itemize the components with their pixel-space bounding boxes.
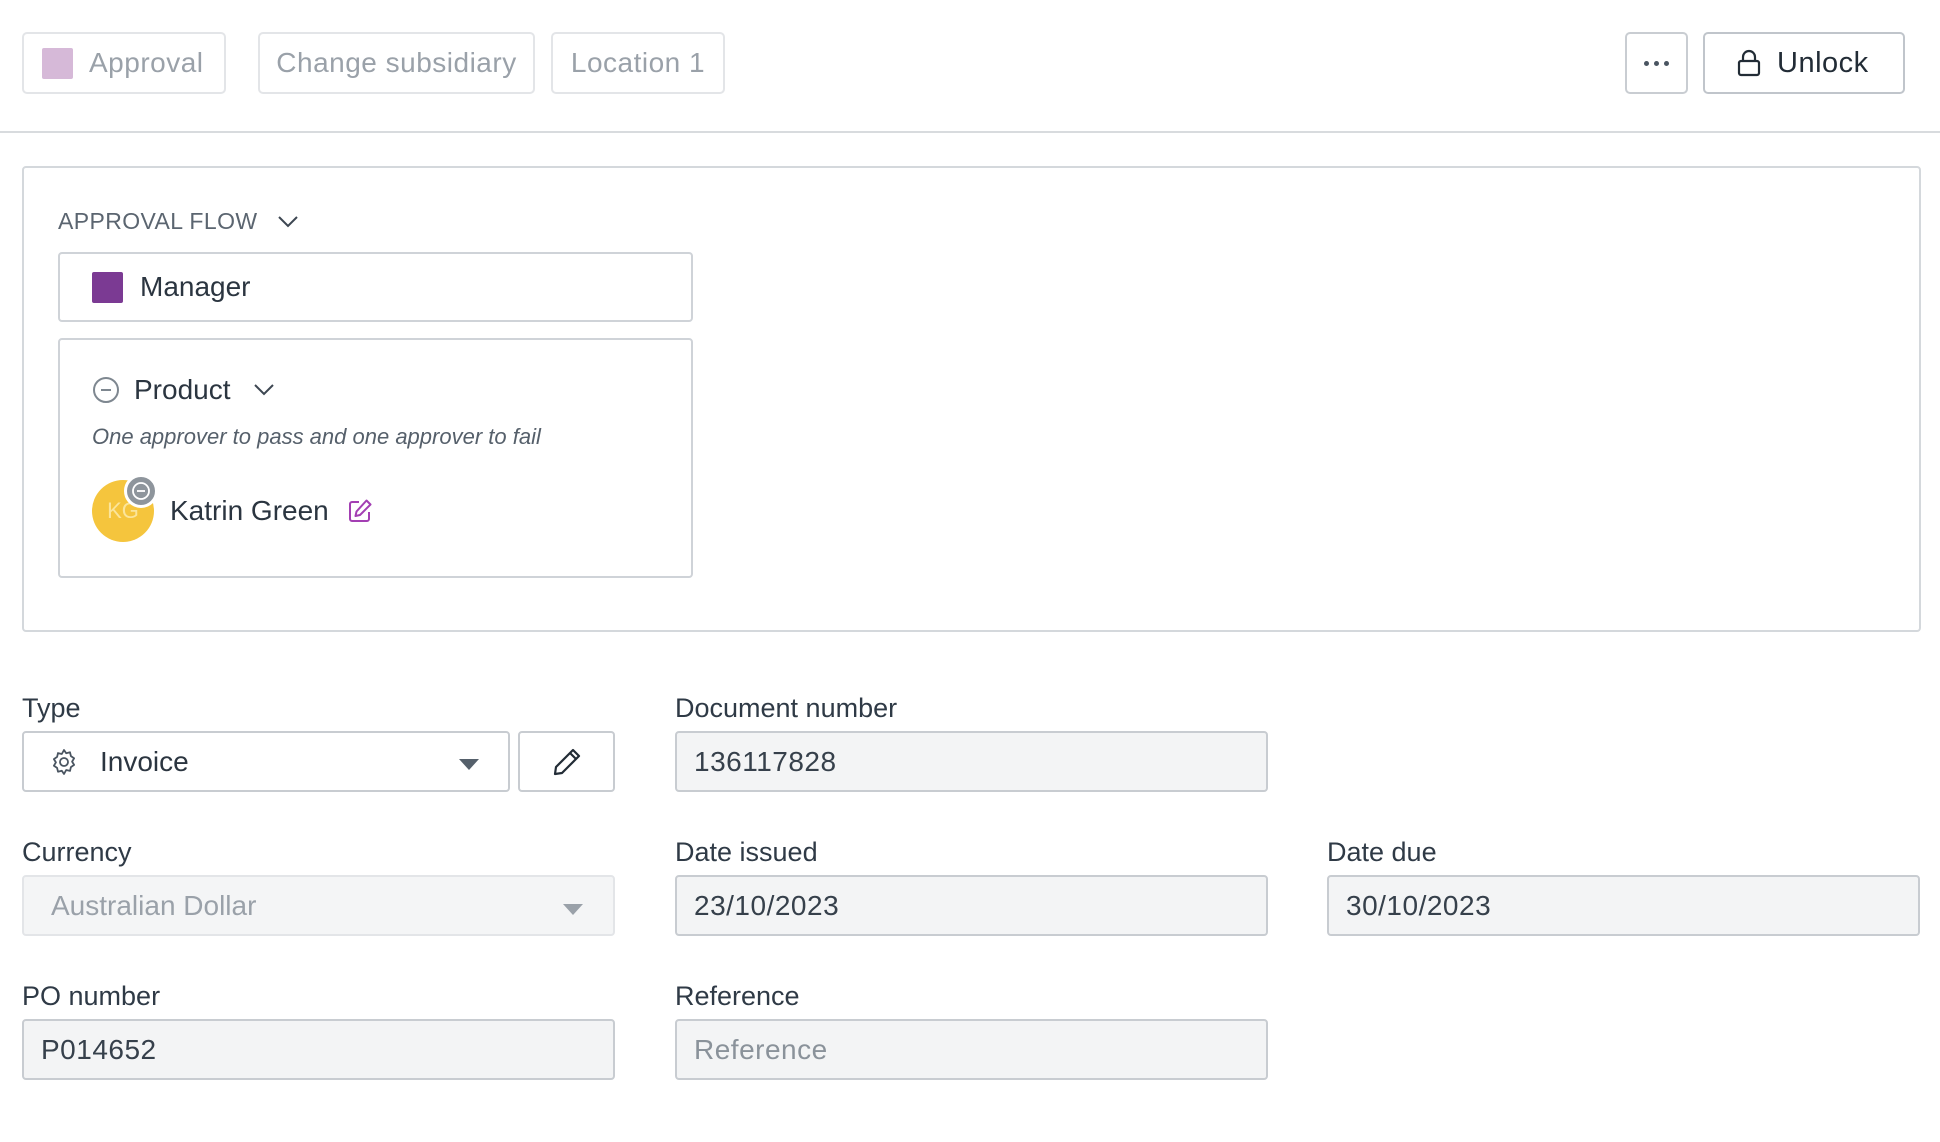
approval-flow-toggle[interactable]: APPROVAL FLOW bbox=[58, 208, 299, 235]
currency-select[interactable]: Australian Dollar bbox=[22, 875, 615, 936]
location-chip[interactable]: Location 1 bbox=[551, 32, 725, 94]
product-step: Product One approver to pass and one app… bbox=[58, 338, 693, 578]
currency-label: Currency bbox=[22, 837, 132, 867]
edit-icon[interactable] bbox=[347, 498, 373, 524]
type-label: Type bbox=[22, 693, 81, 723]
date-due-field[interactable]: 30/10/2023 bbox=[1327, 875, 1920, 936]
approval-flow-panel: APPROVAL FLOW Manager Product One approv… bbox=[22, 166, 1921, 632]
date-issued-label: Date issued bbox=[675, 837, 818, 867]
edit-type-button[interactable] bbox=[518, 731, 615, 792]
caret-down-icon bbox=[563, 904, 583, 915]
approval-flow-heading: APPROVAL FLOW bbox=[58, 208, 258, 234]
more-dots-icon bbox=[1644, 60, 1669, 66]
change-subsidiary-label: Change subsidiary bbox=[276, 47, 517, 78]
product-title: Product bbox=[134, 374, 231, 405]
po-number-field[interactable]: P014652 bbox=[22, 1019, 615, 1080]
more-options-button[interactable] bbox=[1625, 32, 1688, 94]
gear-icon bbox=[53, 748, 75, 775]
date-due-label: Date due bbox=[1327, 837, 1437, 867]
unlock-button[interactable]: Unlock bbox=[1703, 32, 1905, 94]
manager-label: Manager bbox=[140, 271, 251, 302]
approval-color-swatch bbox=[42, 47, 73, 79]
lock-icon bbox=[1737, 49, 1761, 77]
currency-value: Australian Dollar bbox=[51, 889, 257, 921]
date-issued-field[interactable]: 23/10/2023 bbox=[675, 875, 1268, 936]
manager-color-swatch bbox=[92, 271, 123, 303]
top-toolbar: Approval Change subsidiary Location 1 Un… bbox=[0, 0, 1940, 133]
chevron-down-icon bbox=[253, 384, 274, 396]
pencil-icon bbox=[553, 748, 580, 775]
product-step-toggle[interactable]: Product bbox=[92, 374, 275, 406]
po-number-label: PO number bbox=[22, 981, 161, 1011]
document-number-label: Document number bbox=[675, 693, 898, 723]
minus-circle-icon bbox=[93, 377, 119, 403]
location-chip-label: Location 1 bbox=[570, 47, 706, 78]
change-subsidiary-button[interactable]: Change subsidiary bbox=[258, 32, 535, 94]
approval-status-chip[interactable]: Approval bbox=[22, 32, 226, 94]
manager-step[interactable]: Manager bbox=[58, 252, 693, 322]
unlock-label: Unlock bbox=[1777, 46, 1869, 79]
remove-approver-icon[interactable] bbox=[124, 474, 158, 508]
approver-row: KG Katrin Green bbox=[92, 474, 373, 542]
document-number-field[interactable]: 136117828 bbox=[675, 731, 1268, 792]
type-select[interactable]: Invoice bbox=[22, 731, 510, 792]
product-description: One approver to pass and one approver to… bbox=[92, 424, 541, 449]
reference-label: Reference bbox=[675, 981, 800, 1011]
caret-down-icon bbox=[459, 759, 479, 770]
chevron-down-icon bbox=[278, 215, 299, 227]
type-value: Invoice bbox=[100, 745, 189, 777]
approver-name: Katrin Green bbox=[170, 495, 329, 526]
approval-chip-label: Approval bbox=[89, 47, 204, 78]
reference-field[interactable]: Reference bbox=[675, 1019, 1268, 1080]
avatar: KG bbox=[92, 474, 158, 542]
